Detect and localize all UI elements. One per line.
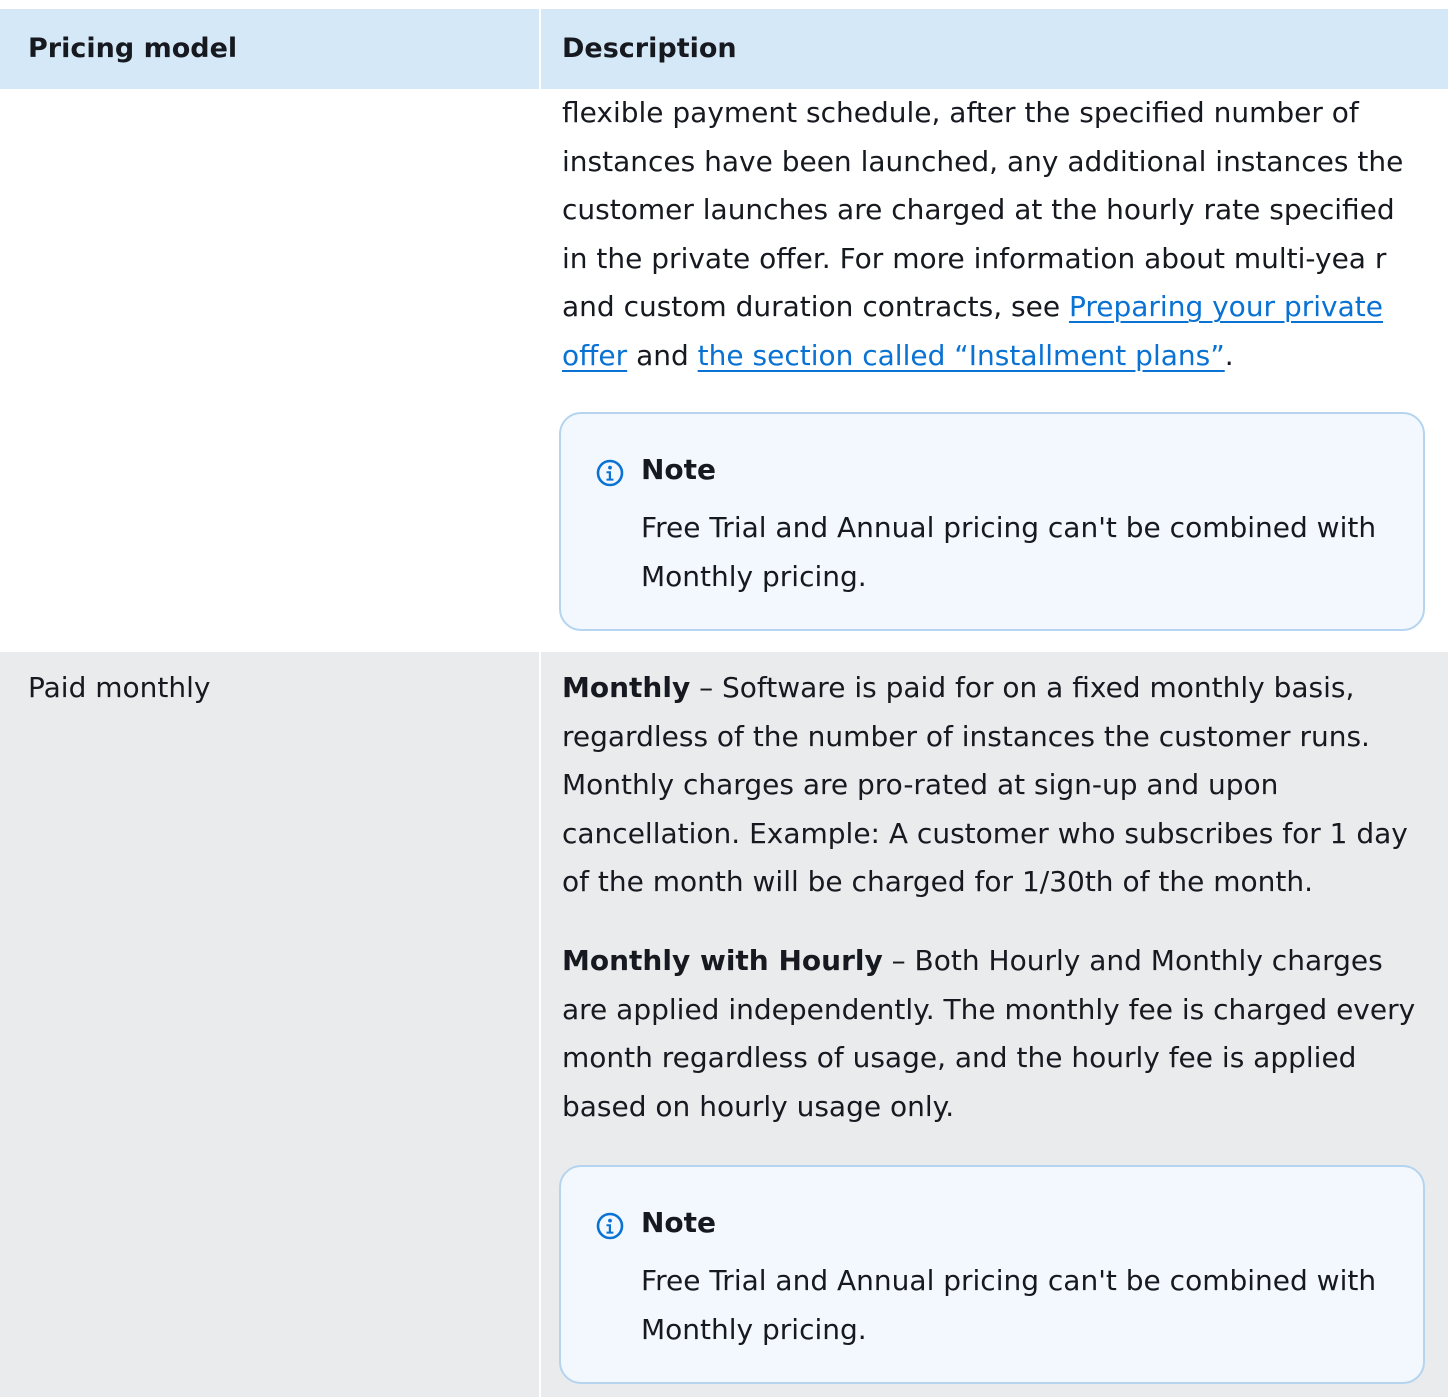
- header-description: Description: [562, 33, 737, 64]
- info-icon: [596, 459, 624, 487]
- note-title: Note: [641, 453, 717, 486]
- monthly-hourly-term: Monthly with Hourly: [562, 944, 883, 977]
- column-divider: [539, 652, 541, 1397]
- note-title: Note: [641, 1206, 717, 1239]
- info-icon: [596, 1212, 624, 1240]
- monthly-description: – Software is paid for on a fixed monthl…: [562, 671, 1408, 898]
- note-body: Free Trial and Annual pricing can't be c…: [641, 511, 1377, 593]
- note-callout: Note Free Trial and Annual pricing can't…: [559, 1165, 1425, 1384]
- description-paragraph: flexible payment schedule, after the spe…: [562, 89, 1428, 380]
- monthly-term: Monthly: [562, 671, 691, 704]
- monthly-hourly-paragraph: Monthly with Hourly – Both Hourly and Mo…: [562, 937, 1428, 1131]
- column-divider: [539, 9, 541, 89]
- description-text: and: [627, 338, 698, 372]
- description-text: .: [1224, 338, 1234, 372]
- installment-plans-link[interactable]: the section called “Installment plans”: [698, 339, 1225, 372]
- header-pricing-model: Pricing model: [28, 33, 238, 64]
- note-callout: Note Free Trial and Annual pricing can't…: [559, 412, 1425, 631]
- monthly-paragraph: Monthly – Software is paid for on a fixe…: [562, 664, 1428, 907]
- pricing-model-cell: Paid monthly: [28, 671, 211, 704]
- description-text: flexible payment schedule, after the spe…: [562, 96, 1404, 323]
- note-body: Free Trial and Annual pricing can't be c…: [641, 1264, 1377, 1346]
